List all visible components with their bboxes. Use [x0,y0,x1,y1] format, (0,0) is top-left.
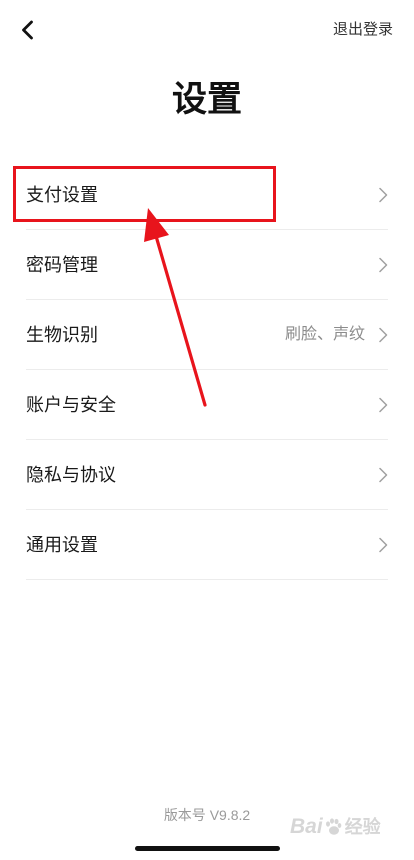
chevron-right-icon [378,537,388,553]
settings-row-password[interactable]: 密码管理 [26,230,388,300]
row-label: 通用设置 [26,534,98,555]
chevron-right-icon [378,397,388,413]
row-label: 账户与安全 [26,394,116,415]
chevron-right-icon [378,467,388,483]
row-value: 刷脸、声纹 [284,325,365,343]
version-label: 版本号 V9.8.2 [163,807,251,823]
settings-row-general[interactable]: 通用设置 [26,510,388,580]
chevron-right-icon [378,327,388,343]
settings-screen: 退出登录 设置 支付设置 密码管理 生物识别 刷脸、声纹 账户与安全 隐私与协议… [0,0,414,860]
row-label: 支付设置 [26,184,98,205]
settings-row-privacy[interactable]: 隐私与协议 [26,440,388,510]
back-button[interactable] [14,16,40,44]
chevron-right-icon [378,187,388,203]
settings-list: 支付设置 密码管理 生物识别 刷脸、声纹 账户与安全 隐私与协议 通用设置 [26,160,388,580]
chevron-right-icon [378,257,388,273]
page-title: 设置 [171,80,242,119]
row-label: 生物识别 [26,324,98,345]
chevron-left-icon [22,20,33,40]
logout-button[interactable]: 退出登录 [333,20,393,40]
settings-row-payment[interactable]: 支付设置 [26,160,388,230]
settings-row-account-security[interactable]: 账户与安全 [26,370,388,440]
settings-row-biometrics[interactable]: 生物识别 刷脸、声纹 [26,300,388,370]
row-label: 密码管理 [26,254,98,275]
home-indicator[interactable] [135,846,280,851]
row-label: 隐私与协议 [26,464,116,485]
